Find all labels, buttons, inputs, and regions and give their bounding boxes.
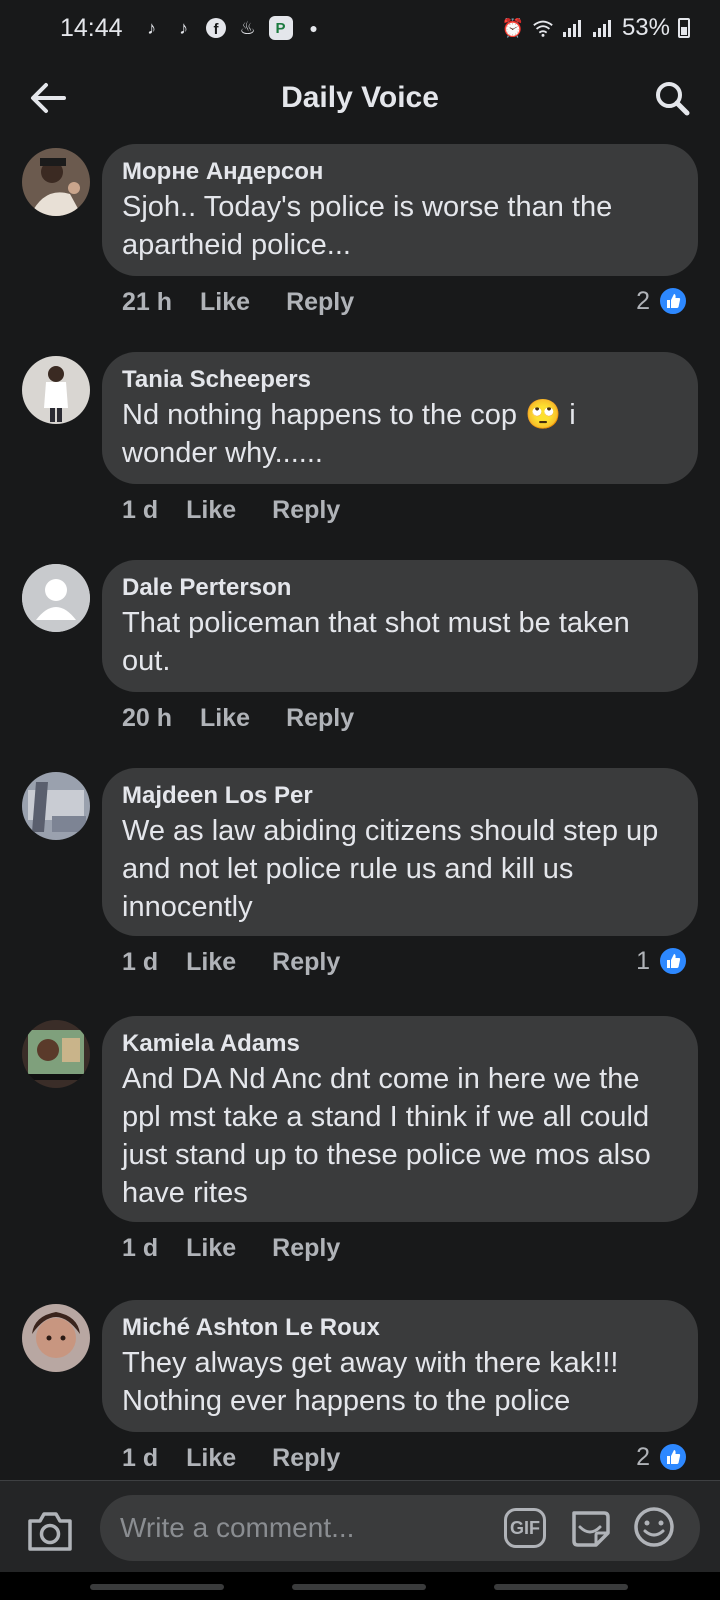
comment-actions: 1 d Like Reply (122, 1234, 340, 1263)
comment-time[interactable]: 20 h (122, 704, 172, 733)
reply-button[interactable]: Reply (286, 704, 354, 733)
comment-bubble[interactable]: Морне Андерсон Sjoh.. Today's police is … (102, 144, 698, 276)
avatar[interactable] (22, 356, 90, 424)
reply-button[interactable]: Reply (272, 1444, 340, 1473)
comment-time[interactable]: 1 d (122, 1234, 158, 1263)
status-time: 14:44 (60, 13, 123, 42)
alarm-icon: ⏰ (501, 17, 525, 38)
avatar[interactable] (22, 1304, 90, 1372)
comment-text: We as law abiding citizens should step u… (122, 815, 659, 923)
comment-composer: GIF (0, 1480, 720, 1572)
thumbs-up-icon (658, 1442, 688, 1472)
battery-icon (678, 18, 690, 38)
sticker-button[interactable] (568, 1505, 612, 1549)
comment-actions: 1 d Like Reply (122, 1444, 340, 1473)
reaction-count: 2 (636, 286, 650, 315)
like-button[interactable]: Like (186, 1234, 236, 1263)
comment-actions: 21 h Like Reply (122, 288, 354, 317)
status-right: ⏰ 53% (502, 14, 690, 42)
avatar[interactable] (22, 1020, 90, 1088)
avatar[interactable] (22, 148, 90, 216)
camera-icon (28, 1512, 72, 1551)
reaction-summary[interactable]: 1 (636, 946, 688, 976)
like-button[interactable]: Like (200, 704, 250, 733)
more-notifications-icon: ● (309, 20, 318, 36)
reply-button[interactable]: Reply (272, 1234, 340, 1263)
tiktok-icon: ♪ (179, 17, 189, 38)
comment-author[interactable]: Морне Андерсон (122, 156, 678, 188)
like-button[interactable]: Like (186, 1444, 236, 1473)
arrow-left-icon (31, 83, 66, 113)
comment-time[interactable]: 1 d (122, 496, 158, 525)
comment-time[interactable]: 21 h (122, 288, 172, 317)
nav-back-button[interactable] (494, 1584, 628, 1590)
comment-input[interactable] (120, 1495, 490, 1561)
like-button[interactable]: Like (186, 496, 236, 525)
search-icon (656, 82, 690, 116)
battery-percent: 53% (621, 14, 670, 41)
avatar[interactable] (22, 772, 90, 840)
comment-input-wrapper: GIF (100, 1495, 700, 1561)
comment-time[interactable]: 1 d (122, 1444, 158, 1473)
comment-bubble[interactable]: Miché Ashton Le Roux They always get awa… (102, 1300, 698, 1432)
app-header: Daily Voice (0, 56, 720, 140)
comment-author[interactable]: Dale Perterson (122, 572, 678, 604)
comment-actions: 1 d Like Reply (122, 948, 340, 977)
comment-actions: 1 d Like Reply (122, 496, 340, 525)
camera-button[interactable] (26, 1509, 74, 1553)
comment-text: They always get away with there kak!!! N… (122, 1347, 619, 1417)
nav-home-button[interactable] (292, 1584, 426, 1590)
comment-author[interactable]: Majdeen Los Per (122, 780, 678, 812)
comment-text: And DA Nd Anc dnt come in here we the pp… (122, 1063, 651, 1209)
status-left: 14:44 ♪ ♪ f ♨ P ● (60, 14, 325, 43)
comment-bubble[interactable]: Dale Perterson That policeman that shot … (102, 560, 698, 692)
status-bar: 14:44 ♪ ♪ f ♨ P ● ⏰ 53% (0, 0, 720, 56)
comment-author[interactable]: Tania Scheepers (122, 364, 678, 396)
thumbs-up-icon (658, 286, 688, 316)
default-avatar-icon (22, 564, 90, 632)
gif-button[interactable]: GIF (504, 1508, 546, 1548)
comment-time[interactable]: 1 d (122, 948, 158, 977)
sticker-icon (572, 1511, 610, 1547)
comment-bubble[interactable]: Kamiela Adams And DA Nd Anc dnt come in … (102, 1016, 698, 1222)
reaction-summary[interactable]: 2 (636, 1442, 688, 1472)
reply-button[interactable]: Reply (272, 948, 340, 977)
comment-text: That policeman that shot must be taken o… (122, 607, 630, 677)
like-button[interactable]: Like (200, 288, 250, 317)
facebook-icon: f (205, 17, 227, 39)
wifi-icon (532, 17, 554, 39)
like-button[interactable]: Like (186, 948, 236, 977)
reaction-count: 1 (636, 946, 650, 975)
avatar[interactable] (22, 564, 90, 632)
comment-text: Nd nothing happens to the cop 🙄 i wonder… (122, 399, 576, 469)
tiktok-icon: ♪ (147, 17, 157, 38)
reply-button[interactable]: Reply (286, 288, 354, 317)
comment-author[interactable]: Miché Ashton Le Roux (122, 1312, 678, 1344)
comment-bubble[interactable]: Tania Scheepers Nd nothing happens to th… (102, 352, 698, 484)
signal-icon (592, 17, 614, 39)
search-button[interactable] (650, 76, 694, 120)
system-nav-bar (0, 1572, 720, 1600)
emoji-button[interactable] (632, 1505, 676, 1549)
app-badge-icon: P (268, 16, 293, 40)
comment-actions: 20 h Like Reply (122, 704, 354, 733)
reply-button[interactable]: Reply (272, 496, 340, 525)
notification-app-icon: ♨ (239, 17, 256, 38)
back-button[interactable] (26, 76, 70, 120)
smiley-icon (634, 1507, 674, 1547)
nav-recents-button[interactable] (90, 1584, 224, 1590)
comment-author[interactable]: Kamiela Adams (122, 1028, 678, 1060)
comment-text: Sjoh.. Today's police is worse than the … (122, 191, 613, 261)
reaction-summary[interactable]: 2 (636, 286, 688, 316)
signal-icon (562, 17, 584, 39)
comment-bubble[interactable]: Majdeen Los Per We as law abiding citize… (102, 768, 698, 936)
page-title: Daily Voice (281, 81, 439, 114)
thumbs-up-icon (658, 946, 688, 976)
comments-list: Морне Андерсон Sjoh.. Today's police is … (0, 140, 720, 1480)
reaction-count: 2 (636, 1442, 650, 1471)
